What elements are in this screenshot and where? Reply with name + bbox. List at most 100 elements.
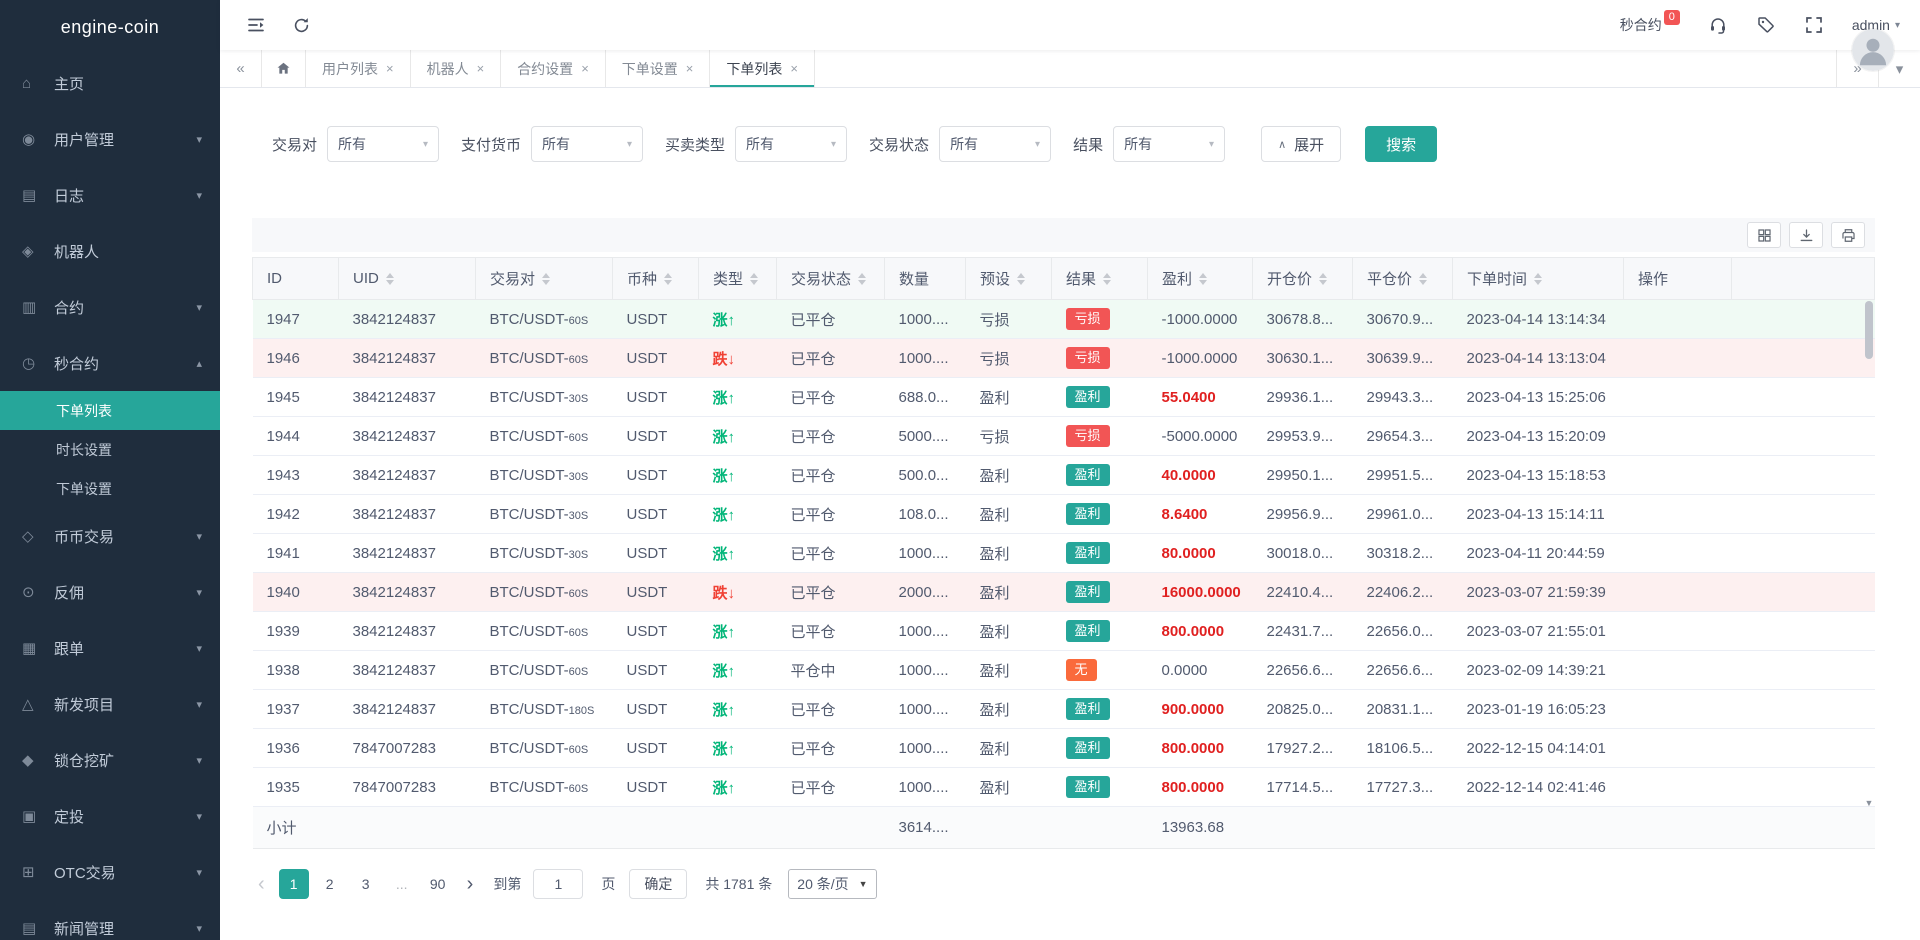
page-button[interactable]: 1 [278, 869, 309, 899]
column-amount[interactable]: 数量 [884, 257, 966, 300]
sidebar-item-user-management[interactable]: ◉ 用户管理 ▾ [0, 111, 220, 167]
sidebar-subitem-duration-settings[interactable]: 时长设置 [0, 430, 220, 469]
table-row[interactable]: 1947 3842124837 BTC/USDT-60S USDT 涨↑ 已平仓… [252, 299, 1875, 339]
cell-uid: 3842124837 [338, 650, 476, 690]
close-icon[interactable]: × [686, 61, 694, 76]
sort-carets-icon[interactable] [858, 272, 867, 285]
customer-service-icon[interactable] [1708, 15, 1728, 35]
export-button[interactable] [1789, 222, 1823, 248]
column-open-price[interactable]: 开仓价 [1252, 257, 1353, 300]
column-filler[interactable] [1731, 257, 1875, 300]
close-icon[interactable]: × [386, 61, 394, 76]
table-row[interactable]: 1939 3842124837 BTC/USDT-60S USDT 涨↑ 已平仓… [252, 611, 1875, 651]
page-button[interactable]: ... [387, 869, 417, 899]
column-pair[interactable]: 交易对 [475, 257, 613, 300]
column-settings-button[interactable] [1747, 222, 1781, 248]
fullscreen-icon[interactable] [1804, 15, 1824, 35]
table-row[interactable]: 1940 3842124837 BTC/USDT-60S USDT 跌↓ 已平仓… [252, 572, 1875, 612]
sidebar-item-contract[interactable]: ▥ 合约 ▾ [0, 279, 220, 335]
table-scrollbar[interactable]: ▼ [1863, 299, 1875, 808]
column-id[interactable]: ID [252, 257, 339, 300]
tab-contract-settings[interactable]: 合约设置 × [501, 50, 606, 87]
cell-order-time: 2023-02-09 14:39:21 [1452, 650, 1624, 690]
filter-trade-type-select[interactable]: 所有 ▾ [735, 126, 848, 162]
sidebar-item-second-contract[interactable]: ◷ 秒合约 ▴ [0, 335, 220, 391]
close-icon[interactable]: × [581, 61, 589, 76]
page-button[interactable]: 2 [315, 869, 345, 899]
sidebar-item-auto-invest[interactable]: ▣ 定投 ▾ [0, 788, 220, 844]
tab-user-list[interactable]: 用户列表 × [306, 50, 411, 87]
tab-robot[interactable]: 机器人 × [411, 50, 502, 87]
sidebar-subitem-order-list[interactable]: 下单列表 [0, 391, 220, 430]
table-row[interactable]: 1942 3842124837 BTC/USDT-30S USDT 涨↑ 已平仓… [252, 494, 1875, 534]
table-row[interactable]: 1941 3842124837 BTC/USDT-30S USDT 涨↑ 已平仓… [252, 533, 1875, 573]
column-profit[interactable]: 盈利 [1147, 257, 1253, 300]
sidebar-item-logs[interactable]: ▤ 日志 ▾ [0, 167, 220, 223]
sidebar-subitem-order-settings[interactable]: 下单设置 [0, 469, 220, 508]
sidebar-item-otc-trading[interactable]: ⊞ OTC交易 ▾ [0, 844, 220, 900]
tag-icon[interactable] [1756, 15, 1776, 35]
close-icon[interactable]: × [477, 61, 485, 76]
sidebar-item-home[interactable]: ⌂ 主页 [0, 55, 220, 111]
search-button[interactable]: 搜索 [1365, 126, 1438, 162]
table-row[interactable]: 1937 3842124837 BTC/USDT-180S USDT 涨↑ 已平… [252, 689, 1875, 729]
sort-carets-icon[interactable] [1319, 272, 1328, 285]
sort-carets-icon[interactable] [664, 272, 673, 285]
sidebar-item-spot-trading[interactable]: ◇ 币币交易 ▾ [0, 508, 220, 564]
table-row[interactable]: 1946 3842124837 BTC/USDT-60S USDT 跌↓ 已平仓… [252, 338, 1875, 378]
page-size-select[interactable]: 20 条/页 ▼ [788, 869, 877, 899]
next-page-button[interactable]: › [461, 873, 480, 896]
table-row[interactable]: 1943 3842124837 BTC/USDT-30S USDT 涨↑ 已平仓… [252, 455, 1875, 495]
sidebar-item-lock-mining[interactable]: ◆ 锁仓挖矿 ▾ [0, 732, 220, 788]
column-coin[interactable]: 币种 [612, 257, 699, 300]
page-button[interactable]: 3 [351, 869, 381, 899]
refresh-icon[interactable] [292, 16, 311, 35]
scrollbar-thumb[interactable] [1865, 301, 1873, 359]
tab-home[interactable] [262, 50, 306, 87]
table-row[interactable]: 1945 3842124837 BTC/USDT-30S USDT 涨↑ 已平仓… [252, 377, 1875, 417]
sort-carets-icon[interactable] [1419, 272, 1428, 285]
sidebar-item-copy-trading[interactable]: ▦ 跟单 ▾ [0, 620, 220, 676]
filter-pay-currency-select[interactable]: 所有 ▾ [531, 126, 644, 162]
scroll-down-arrow-icon[interactable]: ▼ [1863, 798, 1875, 808]
prev-page-button[interactable]: ‹ [252, 873, 271, 896]
column-status[interactable]: 交易状态 [776, 257, 885, 300]
sort-carets-icon[interactable] [750, 272, 759, 285]
column-close-price[interactable]: 平仓价 [1352, 257, 1453, 300]
avatar[interactable] [1852, 29, 1894, 71]
filter-result-select[interactable]: 所有 ▾ [1113, 126, 1226, 162]
sort-carets-icon[interactable] [1199, 272, 1208, 285]
collapse-sidebar-icon[interactable] [246, 15, 266, 35]
filter-pair-select[interactable]: 所有 ▾ [327, 126, 440, 162]
column-type[interactable]: 类型 [698, 257, 777, 300]
sidebar-item-new-projects[interactable]: △ 新发项目 ▾ [0, 676, 220, 732]
table-row[interactable]: 1938 3842124837 BTC/USDT-60S USDT 涨↑ 平仓中… [252, 650, 1875, 690]
page-button[interactable]: 90 [423, 869, 453, 899]
tab-order-list[interactable]: 下单列表 × [710, 50, 815, 87]
column-order-time[interactable]: 下单时间 [1452, 257, 1624, 300]
sort-carets-icon[interactable] [1017, 272, 1026, 285]
sort-carets-icon[interactable] [385, 272, 394, 285]
confirm-button[interactable]: 确定 [629, 869, 688, 899]
table-row[interactable]: 1944 3842124837 BTC/USDT-60S USDT 涨↑ 已平仓… [252, 416, 1875, 456]
sort-carets-icon[interactable] [1534, 272, 1543, 285]
column-actions[interactable]: 操作 [1623, 257, 1732, 300]
collapse-filters-button[interactable]: ∧ 展开 [1261, 126, 1342, 162]
close-icon[interactable]: × [790, 61, 798, 76]
goto-page-input[interactable] [533, 869, 584, 899]
column-preset[interactable]: 预设 [965, 257, 1052, 300]
sort-carets-icon[interactable] [1103, 272, 1112, 285]
table-row[interactable]: 1935 7847007283 BTC/USDT-60S USDT 涨↑ 已平仓… [252, 767, 1875, 807]
table-row[interactable]: 1936 7847007283 BTC/USDT-60S USDT 涨↑ 已平仓… [252, 728, 1875, 768]
sidebar-item-robot[interactable]: ◈ 机器人 [0, 223, 220, 279]
sidebar-item-rebate[interactable]: ⊙ 反佣 ▾ [0, 564, 220, 620]
tabs-scroll-left-button[interactable]: « [220, 50, 262, 87]
notice-link[interactable]: 秒合约 0 [1620, 10, 1680, 35]
column-uid[interactable]: UID [338, 257, 476, 300]
sidebar-item-news-management[interactable]: ▤ 新闻管理 ▾ [0, 900, 220, 940]
print-button[interactable] [1831, 222, 1865, 248]
column-result[interactable]: 结果 [1051, 257, 1148, 300]
tab-order-settings[interactable]: 下单设置 × [606, 50, 711, 87]
filter-trade-status-select[interactable]: 所有 ▾ [939, 126, 1052, 162]
sort-carets-icon[interactable] [542, 272, 551, 285]
